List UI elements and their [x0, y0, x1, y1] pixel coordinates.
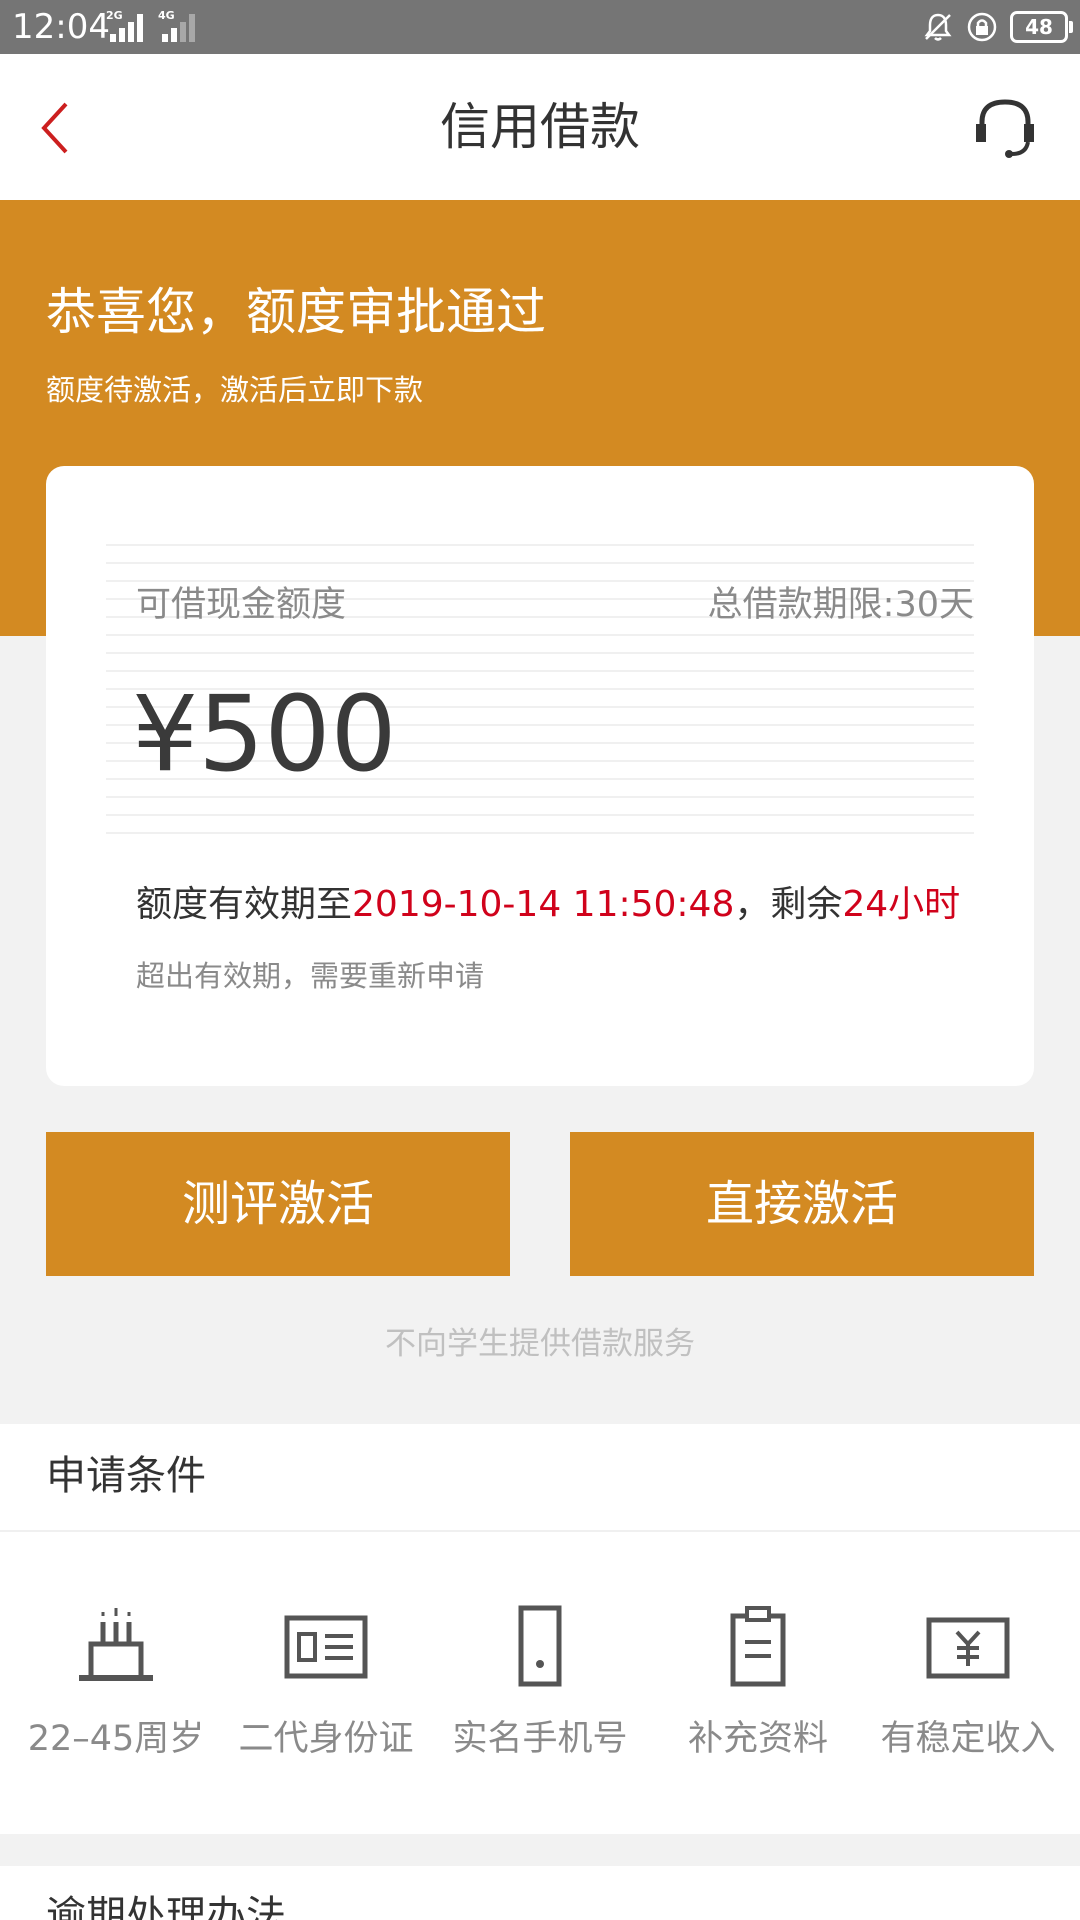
- overdue-section: 逾期处理办法: [0, 1866, 1080, 1920]
- remaining-time: 24小时: [842, 884, 961, 925]
- student-disclaimer: 不向学生提供借款服务: [385, 1326, 695, 1362]
- validity-prefix: 额度有效期至: [136, 884, 353, 925]
- overdue-title: 逾期处理办法: [46, 1893, 286, 1920]
- credit-label: 可借现金额度: [136, 585, 347, 625]
- network-type-4g: 4G: [158, 9, 175, 22]
- birthday-cake-icon: [79, 1608, 153, 1681]
- condition-income: 有稳定收入: [860, 1604, 1076, 1784]
- condition-phone-label: 实名手机号: [452, 1719, 628, 1759]
- nav-header: 信用借款: [0, 54, 1080, 200]
- income-icon: [926, 1617, 1010, 1679]
- page-title: 信用借款: [440, 98, 640, 156]
- condition-id-card: 二代身份证: [218, 1604, 434, 1784]
- conditions-divider: [0, 1530, 1080, 1532]
- loan-term: 总借款期限:30天: [707, 585, 974, 625]
- credit-amount-card: 可借现金额度 总借款期限:30天 ¥500 额度有效期至2019-10-14 1…: [46, 466, 1034, 1086]
- status-bar: 12:04 2G 4G 48: [0, 0, 1080, 54]
- direct-activate-button[interactable]: 直接激活: [570, 1132, 1034, 1276]
- condition-id-card-label: 二代身份证: [238, 1719, 414, 1759]
- signal-2g-icon: 2G: [106, 9, 150, 42]
- validity-date: 2019-10-14 11:50:48: [352, 884, 735, 925]
- signal-4g-icon: 4G: [158, 9, 202, 42]
- condition-phone: 实名手机号: [432, 1604, 648, 1784]
- evaluate-activate-button[interactable]: 测评激活: [46, 1132, 510, 1276]
- validity-line: 额度有效期至2019-10-14 11:50:48，剩余24小时: [136, 880, 960, 930]
- status-icons: 48: [922, 10, 1073, 44]
- credit-amount: ¥500: [132, 673, 397, 795]
- rotation-lock-icon: [967, 12, 997, 42]
- validity-mid: ，剩余: [734, 884, 843, 925]
- approval-subline: 额度待激活，激活后立即下款: [46, 373, 424, 407]
- condition-age: 22–45周岁: [8, 1604, 224, 1784]
- validity-note: 超出有效期，需要重新申请: [136, 959, 485, 993]
- id-card-icon: [284, 1615, 368, 1679]
- status-time: 12:04: [12, 7, 110, 47]
- conditions-title: 申请条件: [46, 1453, 206, 1499]
- back-arrow-icon[interactable]: [36, 98, 76, 158]
- page: 12:04 2G 4G 48 信用借款 恭喜您，额度审批通过 额度待激活，激活后…: [0, 0, 1080, 1920]
- network-type-2g: 2G: [106, 9, 123, 22]
- condition-age-label: 22–45周岁: [27, 1719, 205, 1759]
- condition-documents-label: 补充资料: [687, 1719, 828, 1759]
- approval-headline: 恭喜您，额度审批通过: [46, 283, 546, 341]
- battery-icon: 48: [1010, 11, 1073, 43]
- condition-income-label: 有稳定收入: [880, 1719, 1056, 1759]
- clipboard-icon: [730, 1606, 786, 1687]
- customer-service-headset-icon[interactable]: [972, 94, 1038, 160]
- mobile-phone-icon: [518, 1605, 562, 1687]
- condition-documents: 补充资料: [650, 1604, 866, 1784]
- application-conditions: 申请条件 22–45周岁 二代身份证 实名手机号 补充资料 有稳定收入: [0, 1424, 1080, 1834]
- bell-muted-icon: [924, 13, 952, 41]
